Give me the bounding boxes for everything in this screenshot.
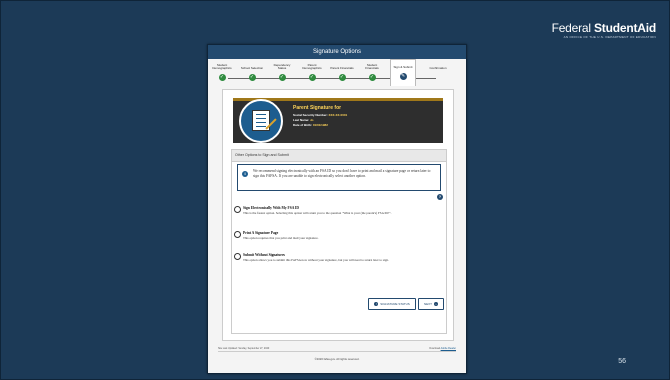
step-label: Student Demographics bbox=[212, 62, 232, 71]
last-updated-text: Site Last Updated: Sunday, September 27,… bbox=[218, 347, 270, 350]
step-sign-submit[interactable]: Sign & Submit ✎ bbox=[390, 59, 416, 86]
step-dependency-status[interactable]: Dependency Status ✓ bbox=[270, 61, 294, 81]
progress-steps: Student Demographics ✓ School Selection ✓ … bbox=[208, 59, 466, 89]
option-description: This is the fastest option. Selecting th… bbox=[243, 211, 392, 215]
brand-title-regular: Federal bbox=[551, 21, 594, 35]
radio-button[interactable] bbox=[234, 231, 241, 238]
sign-options-section: Other Options to Sign and Submit i We re… bbox=[231, 149, 447, 334]
last-name-value: Jo bbox=[310, 118, 314, 122]
pencil-icon: ✎ bbox=[399, 73, 407, 80]
dob-label: Date of Birth: bbox=[293, 123, 312, 127]
footer-divider bbox=[218, 351, 456, 352]
download-text: Download bbox=[429, 347, 441, 350]
next-label: NEXT bbox=[423, 302, 432, 306]
checkmark-icon: ✓ bbox=[368, 74, 376, 81]
info-icon: ! bbox=[374, 302, 379, 306]
step-student-demographics[interactable]: Student Demographics ✓ bbox=[210, 61, 234, 81]
option-title: Print A Signature Page bbox=[243, 231, 279, 235]
slide-page-number: 56 bbox=[618, 358, 626, 365]
checkmark-icon: ✓ bbox=[338, 74, 346, 81]
step-label: Dependency Status bbox=[273, 62, 291, 71]
step-parent-demographics[interactable]: Parent Demographics ✓ bbox=[300, 61, 324, 81]
step-label: Parent Financials bbox=[330, 66, 354, 71]
option-description: This option allows you to submit this FA… bbox=[243, 258, 389, 262]
section-heading: Other Options to Sign and Submit bbox=[232, 150, 446, 162]
step-label: Confirmation bbox=[429, 66, 447, 71]
parent-signature-banner: Parent Signature for Social Security Num… bbox=[233, 98, 443, 143]
checkmark-icon: ✓ bbox=[218, 74, 226, 81]
option-print-signature-page[interactable]: Print A Signature Page This option requi… bbox=[234, 231, 434, 240]
option-title: Submit Without Signatures bbox=[243, 253, 285, 257]
step-label: School Selection bbox=[240, 66, 264, 71]
browser-window: Signature Options Student Demographics ✓ … bbox=[207, 44, 467, 374]
ssn-label: Social Security Number: bbox=[293, 113, 328, 117]
option-description: This option requires that you print and … bbox=[243, 236, 319, 240]
info-icon: i bbox=[242, 171, 248, 177]
option-sign-fsa-id[interactable]: Sign Electronically With My FSA ID This … bbox=[234, 206, 434, 215]
signature-status-button[interactable]: ! SIGNATURE STATUS bbox=[368, 298, 416, 310]
step-school-selection[interactable]: School Selection ✓ bbox=[240, 61, 264, 81]
option-submit-without-signatures[interactable]: Submit Without Signatures This option al… bbox=[234, 253, 434, 262]
checkmark-icon: ✓ bbox=[248, 74, 256, 81]
adobe-reader-link[interactable]: Adobe Reader bbox=[441, 347, 456, 350]
radio-button[interactable] bbox=[234, 206, 241, 213]
info-text: We recommend signing electronically with… bbox=[253, 169, 431, 178]
main-content: Parent Signature for Social Security Num… bbox=[222, 89, 454, 341]
footer-meta: Site Last Updated: Sunday, September 27,… bbox=[218, 347, 456, 350]
radio-button[interactable] bbox=[234, 253, 241, 260]
last-name-label: Last Name: bbox=[293, 118, 310, 122]
option-title: Sign Electronically With My FSA ID bbox=[243, 206, 300, 210]
help-icon[interactable]: ? bbox=[437, 194, 443, 200]
info-box: i We recommend signing electronically wi… bbox=[237, 164, 441, 191]
page-title: Signature Options bbox=[208, 45, 466, 59]
step-parent-financials[interactable]: Parent Financials ✓ bbox=[330, 61, 354, 81]
ssn-value: XXX-XX-0001 bbox=[328, 113, 348, 117]
checkmark-icon: ✓ bbox=[308, 74, 316, 81]
signature-status-label: SIGNATURE STATUS bbox=[380, 302, 410, 306]
chevron-right-icon: › bbox=[434, 302, 438, 306]
step-label: Sign & Submit bbox=[393, 65, 413, 70]
next-button[interactable]: NEXT › bbox=[418, 298, 444, 310]
checkmark-icon: ✓ bbox=[278, 74, 286, 81]
step-label: Student Financials bbox=[365, 62, 379, 71]
step-student-financials[interactable]: Student Financials ✓ bbox=[360, 61, 384, 81]
copyright-text: ©2020 fafsa.gov. All rights reserved. bbox=[314, 357, 360, 361]
dob-value: 01/01/1982 bbox=[312, 123, 328, 127]
step-label: Parent Demographics bbox=[302, 62, 322, 71]
step-confirmation: Confirmation bbox=[420, 61, 456, 71]
signature-document-icon bbox=[239, 99, 283, 143]
federal-student-aid-logo: Federal StudentAid AN OFFICE OF THE U.S.… bbox=[551, 21, 657, 39]
brand-title-bold: StudentAid bbox=[594, 21, 656, 35]
brand-subtitle: AN OFFICE OF THE U.S. DEPARTMENT OF EDUC… bbox=[563, 35, 656, 39]
banner-heading: Parent Signature for bbox=[293, 105, 342, 111]
